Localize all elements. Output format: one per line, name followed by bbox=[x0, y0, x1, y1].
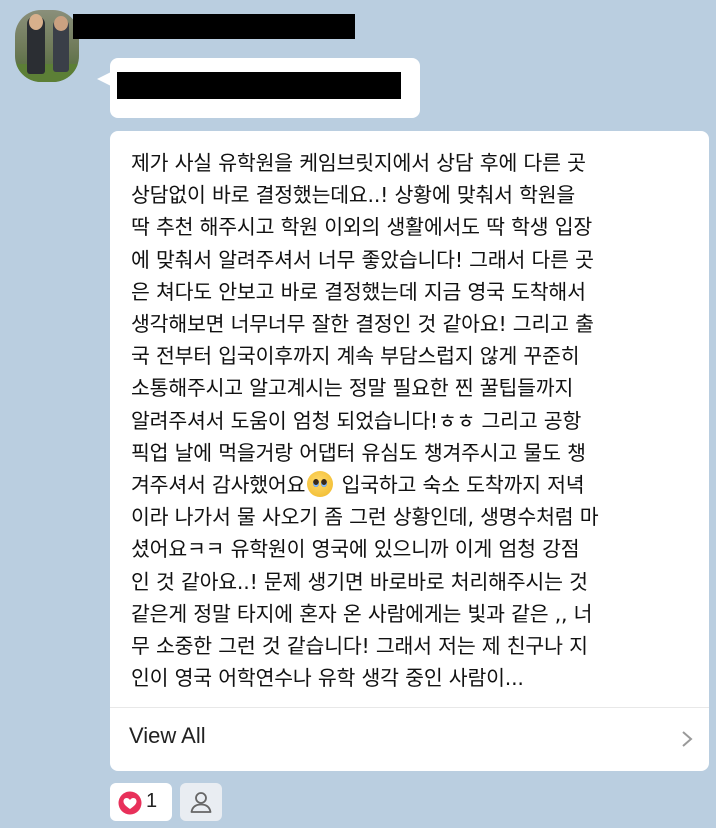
chevron-right-icon[interactable] bbox=[676, 728, 698, 750]
message-text-part2: 입국하고 숙소 도착까지 저녁 이라 나가서 물 사오기 좀 그런 상황인데, … bbox=[131, 473, 599, 691]
pleading-face-icon bbox=[307, 471, 334, 498]
person-icon bbox=[190, 792, 212, 813]
heart-icon bbox=[118, 791, 142, 815]
like-count: 1 bbox=[146, 790, 158, 812]
long-message-bubble[interactable]: 제가 사실 유학원을 케임브릿지에서 상담 후에 다른 곳 상담없이 바로 결정… bbox=[110, 131, 709, 771]
sender-avatar[interactable] bbox=[15, 10, 79, 82]
bubble-tail bbox=[97, 72, 111, 86]
divider bbox=[110, 707, 709, 708]
view-all-link[interactable]: View All bbox=[129, 723, 206, 749]
short-message-redacted bbox=[117, 72, 401, 99]
like-reaction-button[interactable]: 1 bbox=[110, 783, 172, 821]
message-text: 제가 사실 유학원을 케임브릿지에서 상담 후에 다른 곳 상담없이 바로 결정… bbox=[131, 147, 701, 694]
message-text-part1: 제가 사실 유학원을 케임브릿지에서 상담 후에 다른 곳 상담없이 바로 결정… bbox=[131, 151, 594, 498]
sender-name-redacted bbox=[73, 14, 355, 39]
reaction-users-button[interactable] bbox=[180, 783, 222, 821]
